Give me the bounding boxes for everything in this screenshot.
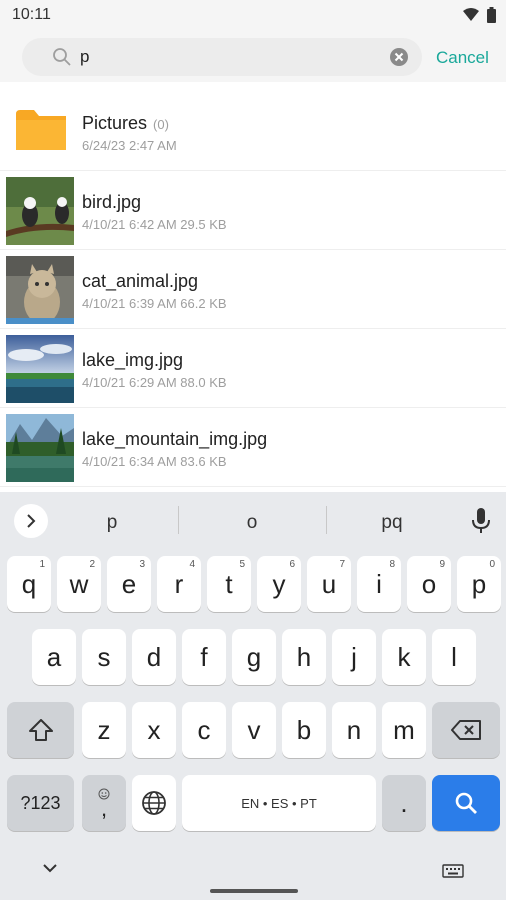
period-key[interactable]: . [382,775,426,831]
image-thumbnail [6,335,74,403]
suggestion-2[interactable]: o [212,512,292,534]
key-g[interactable]: g [232,629,276,685]
search-action-key[interactable] [432,775,500,831]
item-name: lake_img.jpg [82,350,184,370]
chevron-right-icon [27,514,36,528]
keyboard-switch-icon[interactable] [442,864,464,878]
key-r[interactable]: r4 [157,556,201,612]
suggestion-1[interactable]: p [72,512,152,534]
chevron-down-icon[interactable] [42,862,58,874]
search-box[interactable] [22,38,422,76]
key-l[interactable]: l [432,629,476,685]
key-s[interactable]: s [82,629,126,685]
expand-suggestions-button[interactable] [14,504,48,538]
image-thumbnail [6,414,74,482]
key-b[interactable]: b [282,702,326,758]
suggestion-divider [178,506,179,534]
item-meta: 6/24/23 2:47 AM [82,138,177,153]
suggestion-divider [326,506,327,534]
item-name: lake_mountain_img.jpg [82,429,268,449]
search-bar: Cancel [0,30,506,82]
folder-icon [16,110,66,155]
list-item-image[interactable]: lake_mountain_img.jpg 4/10/21 6:34 AM 83… [0,408,506,487]
list-item-folder[interactable]: Pictures (0) 6/24/23 2:47 AM [0,92,506,171]
search-icon [455,792,477,814]
image-thumbnail [6,177,74,245]
status-icons [463,7,496,23]
key-a[interactable]: a [32,629,76,685]
backspace-key[interactable] [432,702,500,758]
key-v[interactable]: v [232,702,276,758]
backspace-icon [451,720,481,740]
key-k[interactable]: k [382,629,426,685]
key-z[interactable]: z [82,702,126,758]
key-m[interactable]: m [382,702,426,758]
item-name: bird.jpg [82,192,142,212]
key-d[interactable]: d [132,629,176,685]
battery-icon [487,7,496,23]
suggestion-3[interactable]: pq [352,512,432,534]
mic-icon[interactable] [472,508,490,534]
key-c[interactable]: c [182,702,226,758]
comma-key[interactable]: , [82,775,126,831]
cancel-button[interactable]: Cancel [436,48,489,68]
shift-key[interactable] [7,702,74,758]
status-time: 10:11 [12,6,51,23]
key-f[interactable]: f [182,629,226,685]
item-name: cat_animal.jpg [82,271,199,291]
language-key[interactable] [132,775,176,831]
home-handle[interactable] [210,889,298,893]
key-n[interactable]: n [332,702,376,758]
wifi-icon [463,8,479,21]
key-e[interactable]: e3 [107,556,151,612]
key-t[interactable]: t5 [207,556,251,612]
search-input[interactable] [80,44,380,70]
item-meta: 4/10/21 6:39 AM 66.2 KB [82,296,227,311]
suggestion-strip: p o pq [0,492,506,548]
list-item-image[interactable]: bird.jpg 4/10/21 6:42 AM 29.5 KB [0,171,506,250]
clear-search-icon[interactable] [390,48,408,66]
key-j[interactable]: j [332,629,376,685]
keyboard: p o pq q1 w2 e3 r4 t5 y6 u7 i8 o9 p0 a s… [0,492,506,900]
item-meta: 4/10/21 6:42 AM 29.5 KB [82,217,227,232]
key-w[interactable]: w2 [57,556,101,612]
results-list: Pictures (0) 6/24/23 2:47 AM bird.jpg 4/1… [0,92,506,487]
image-thumbnail [6,256,74,324]
key-o[interactable]: o9 [407,556,451,612]
key-x[interactable]: x [132,702,176,758]
shift-icon [28,719,53,741]
key-y[interactable]: y6 [257,556,301,612]
space-key[interactable]: EN • ES • PT [182,775,376,831]
item-meta: 4/10/21 6:29 AM 88.0 KB [82,375,227,390]
key-h[interactable]: h [282,629,326,685]
item-name: Pictures (0) [82,113,169,133]
list-item-image[interactable]: cat_animal.jpg 4/10/21 6:39 AM 66.2 KB [0,250,506,329]
item-meta: 4/10/21 6:34 AM 83.6 KB [82,454,227,469]
key-u[interactable]: u7 [307,556,351,612]
item-count: (0) [153,117,169,132]
key-q[interactable]: q1 [7,556,51,612]
key-p[interactable]: p0 [457,556,501,612]
list-item-image[interactable]: lake_img.jpg 4/10/21 6:29 AM 88.0 KB [0,329,506,408]
globe-icon [142,791,166,815]
search-icon [53,48,71,66]
key-i[interactable]: i8 [357,556,401,612]
navigation-bar [0,848,506,900]
status-bar: 10:11 [0,0,506,30]
symbols-key[interactable]: ?123 [7,775,74,831]
